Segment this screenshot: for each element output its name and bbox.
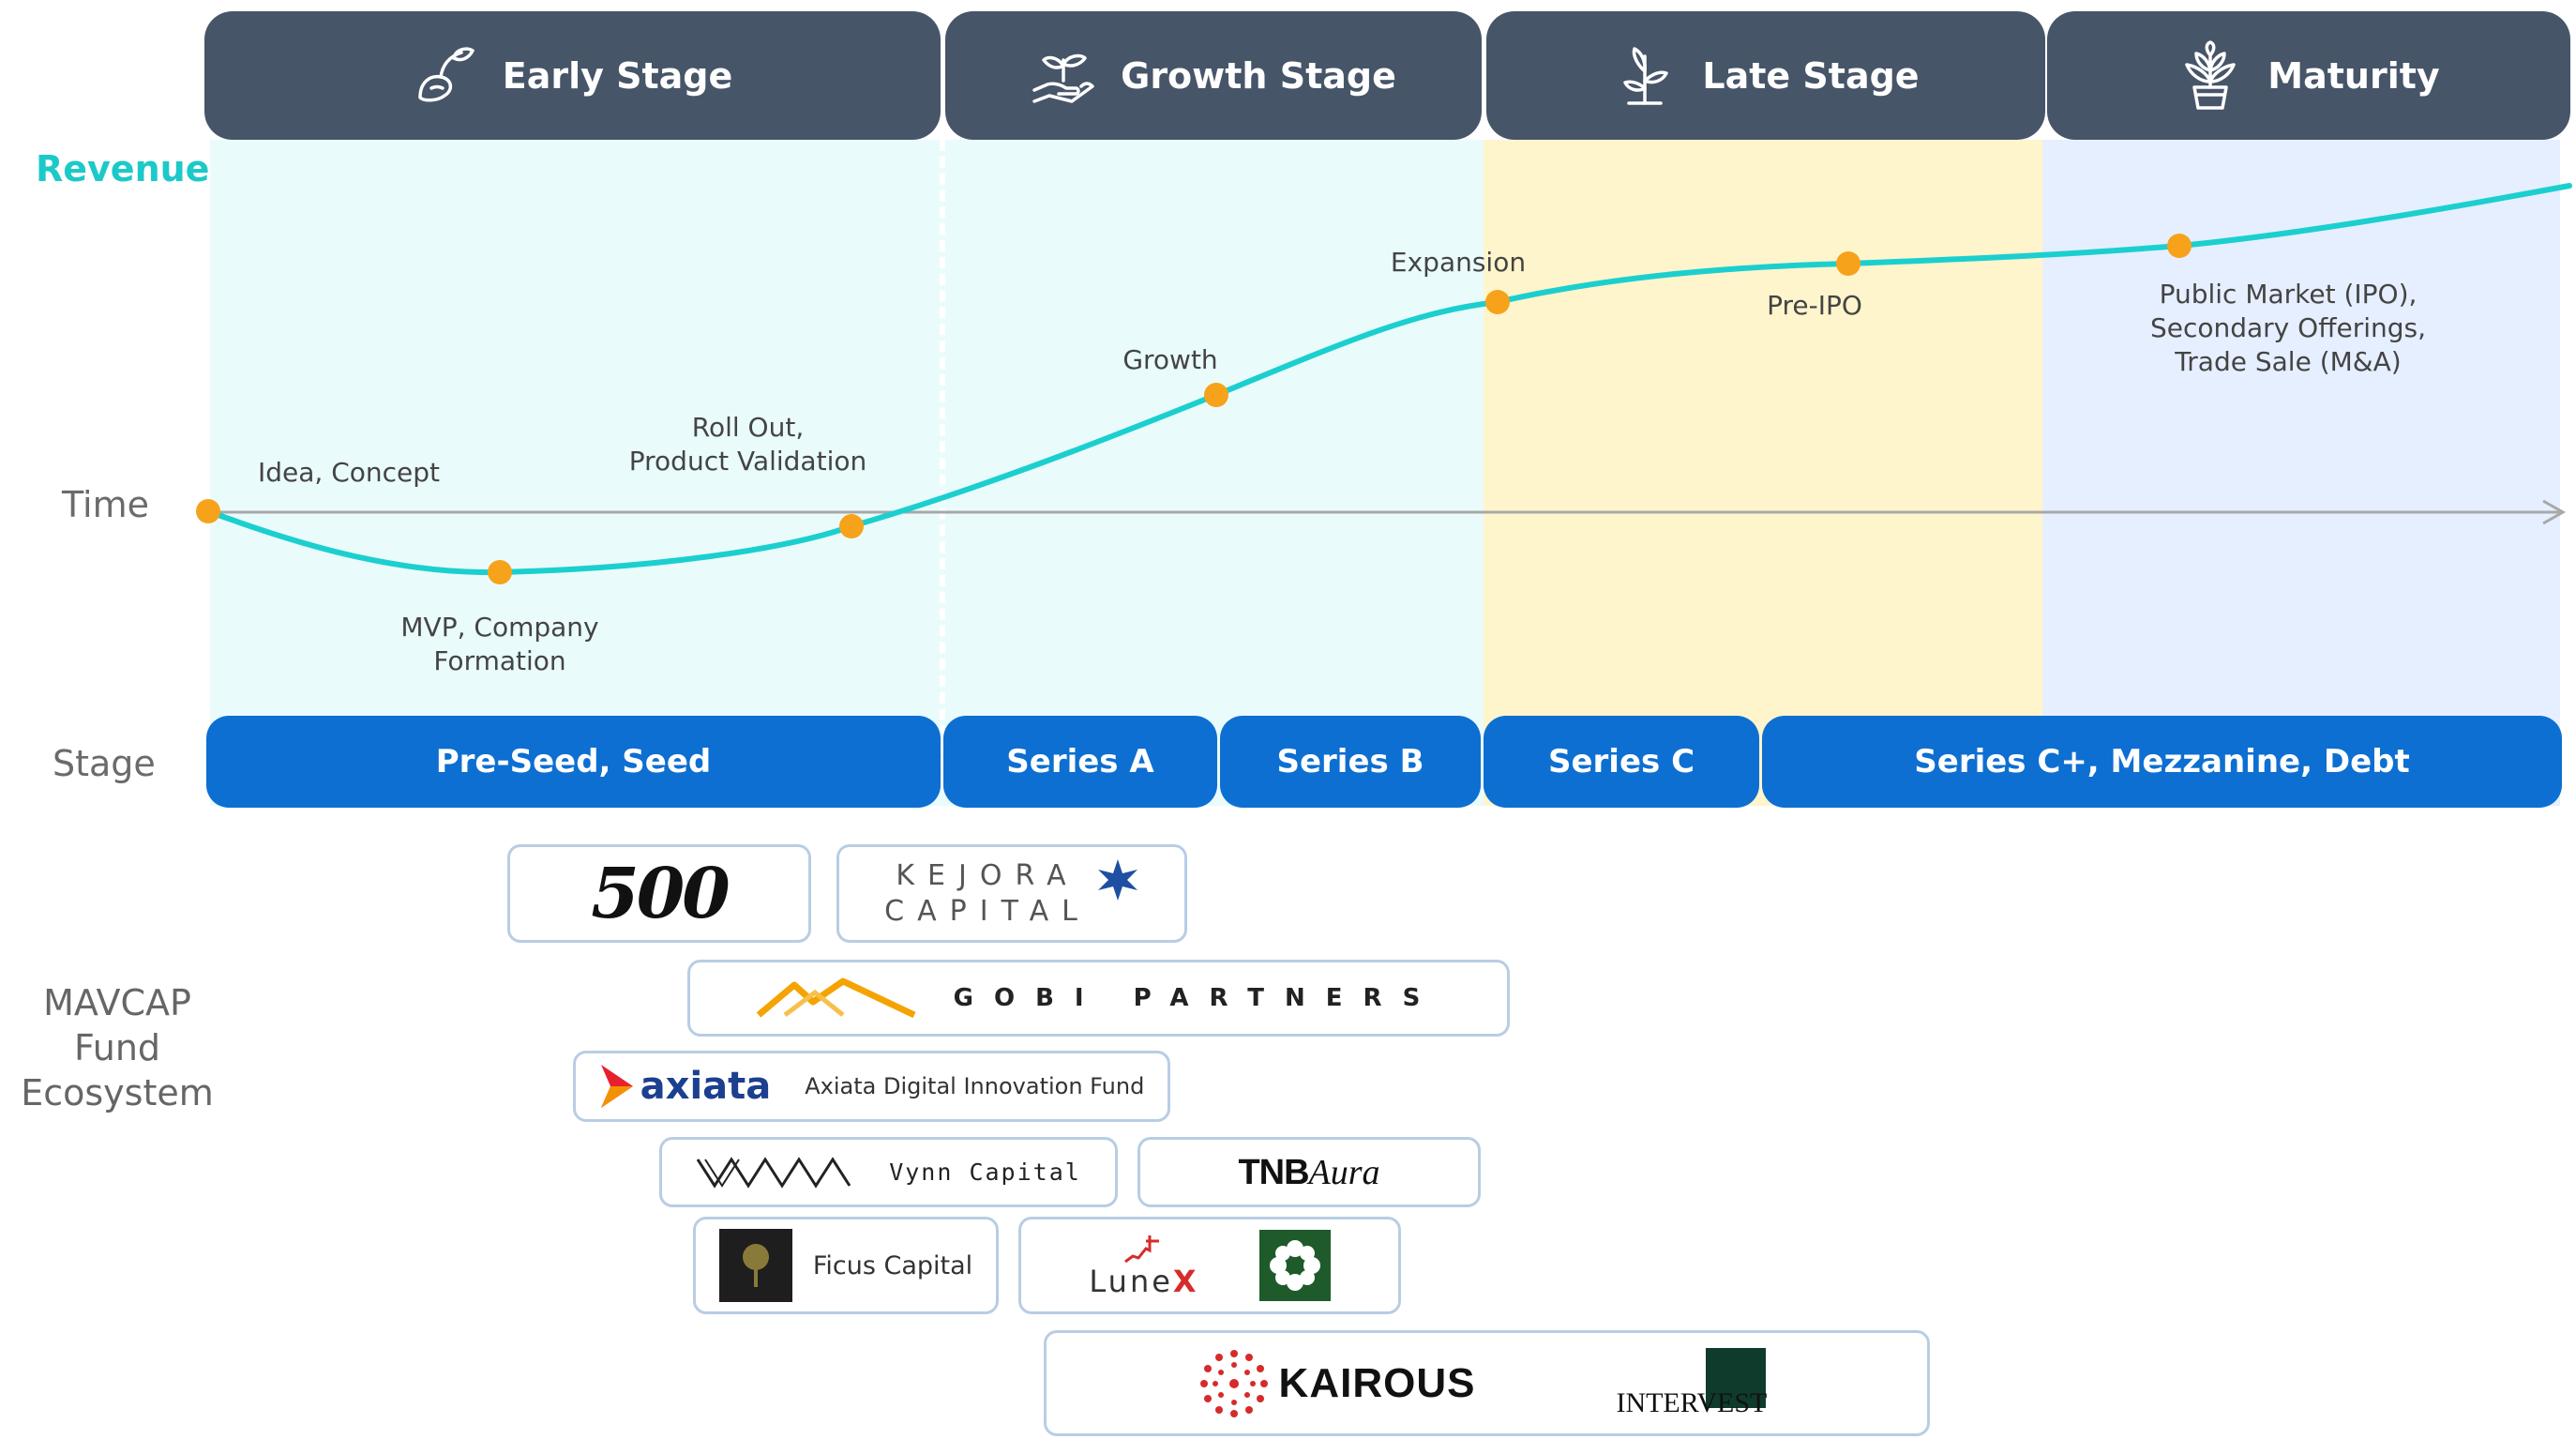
axiata-chevron-icon bbox=[600, 1065, 633, 1108]
lunex-accent-text: X bbox=[1172, 1264, 1199, 1299]
fund-logo-ficus: Ficus Capital bbox=[693, 1217, 999, 1314]
green-flower-icon bbox=[1258, 1230, 1331, 1301]
lunex-brand: LuneX bbox=[1089, 1232, 1198, 1299]
curve-point-ipo bbox=[2167, 234, 2192, 258]
vc-lifecycle-diagram: Early Stage Growth Stage Late Stage Matu… bbox=[0, 0, 2576, 1439]
kejora-line2: CAPITAL bbox=[884, 894, 1091, 928]
kairous-brand: KAIROUS bbox=[1198, 1348, 1476, 1419]
curve-point-expansion bbox=[1485, 290, 1510, 314]
vynn-wordmark: Vynn Capital bbox=[889, 1159, 1081, 1186]
round-series-b: Series B bbox=[1220, 716, 1481, 808]
curve-point-mvp bbox=[488, 560, 512, 584]
point-label-ipo: Public Market (IPO), Secondary Offerings… bbox=[2149, 279, 2427, 377]
point-label-growth: Growth bbox=[1122, 344, 1218, 375]
kejora-wordmark: KEJORA CAPITAL bbox=[884, 858, 1091, 930]
curve-point-preipo bbox=[1836, 251, 1860, 276]
lunex-chart-icon bbox=[1124, 1235, 1159, 1264]
ficus-tree-icon bbox=[718, 1229, 792, 1302]
point-label-rollout: Roll Out, Product Validation bbox=[628, 412, 867, 477]
axiata-fund-name: Axiata Digital Innovation Fund bbox=[805, 1073, 1145, 1099]
fund-logo-kejora: KEJORA CAPITAL bbox=[836, 844, 1187, 943]
ficus-wordmark: Ficus Capital bbox=[812, 1250, 973, 1280]
lunex-wordmark: LuneX bbox=[1089, 1264, 1198, 1299]
fund-logo-kairous-intervest: KAIROUS INTERVEST bbox=[1044, 1330, 1930, 1436]
aura-text: Aura bbox=[1308, 1152, 1380, 1192]
round-preseed-seed: Pre-Seed, Seed bbox=[206, 716, 941, 808]
fund-logo-gobi: GOBI PARTNERS bbox=[687, 960, 1510, 1037]
point-label-expansion: Expansion bbox=[1390, 247, 1527, 278]
vynn-zigzag-icon bbox=[696, 1156, 851, 1189]
curve-point-idea bbox=[196, 499, 220, 523]
intervest-wordmark: INTERVEST bbox=[1616, 1386, 1768, 1418]
axiata-wordmark: axiata bbox=[640, 1065, 772, 1108]
kejora-line1: KEJORA bbox=[896, 858, 1079, 892]
star-icon bbox=[1097, 858, 1137, 901]
fund-logo-tnb-aura: TNBAura bbox=[1137, 1137, 1481, 1207]
curve-points bbox=[196, 234, 2192, 584]
tnb-text: TNB bbox=[1238, 1152, 1309, 1192]
revenue-curve bbox=[205, 183, 2572, 576]
tnb-aura-wordmark: TNBAura bbox=[1238, 1152, 1379, 1193]
round-series-a: Series A bbox=[943, 716, 1217, 808]
point-label-mvp: MVP, Company Formation bbox=[400, 612, 599, 676]
round-series-cplus: Series C+, Mezzanine, Debt bbox=[1762, 716, 2562, 808]
curve-point-growth bbox=[1204, 383, 1228, 407]
fund-logo-vynn: Vynn Capital bbox=[659, 1137, 1118, 1207]
intervest-brand: INTERVEST bbox=[1616, 1347, 1775, 1419]
fund-500-wordmark: 500 bbox=[591, 853, 730, 934]
kairous-wordmark: KAIROUS bbox=[1278, 1359, 1476, 1406]
point-label-idea: Idea, Concept bbox=[257, 457, 441, 488]
axiata-brand: axiata bbox=[599, 1063, 772, 1110]
ecosystem-title: MAVCAP Fund Ecosystem bbox=[21, 982, 214, 1113]
fund-logo-lunex: LuneX bbox=[1018, 1217, 1401, 1314]
point-label-preipo: Pre-IPO bbox=[1767, 290, 1862, 321]
fund-logo-axiata: axiata Axiata Digital Innovation Fund bbox=[573, 1051, 1170, 1122]
growth-curve-chart bbox=[196, 183, 2572, 584]
fund-logo-500: 500 bbox=[507, 844, 811, 943]
gobi-wordmark: GOBI PARTNERS bbox=[953, 984, 1441, 1012]
curve-point-rollout bbox=[839, 514, 864, 538]
mountain-icon bbox=[756, 977, 916, 1019]
lunex-main-text: Lune bbox=[1089, 1264, 1173, 1299]
kairous-dots-icon bbox=[1199, 1349, 1268, 1417]
round-series-c: Series C bbox=[1484, 716, 1759, 808]
